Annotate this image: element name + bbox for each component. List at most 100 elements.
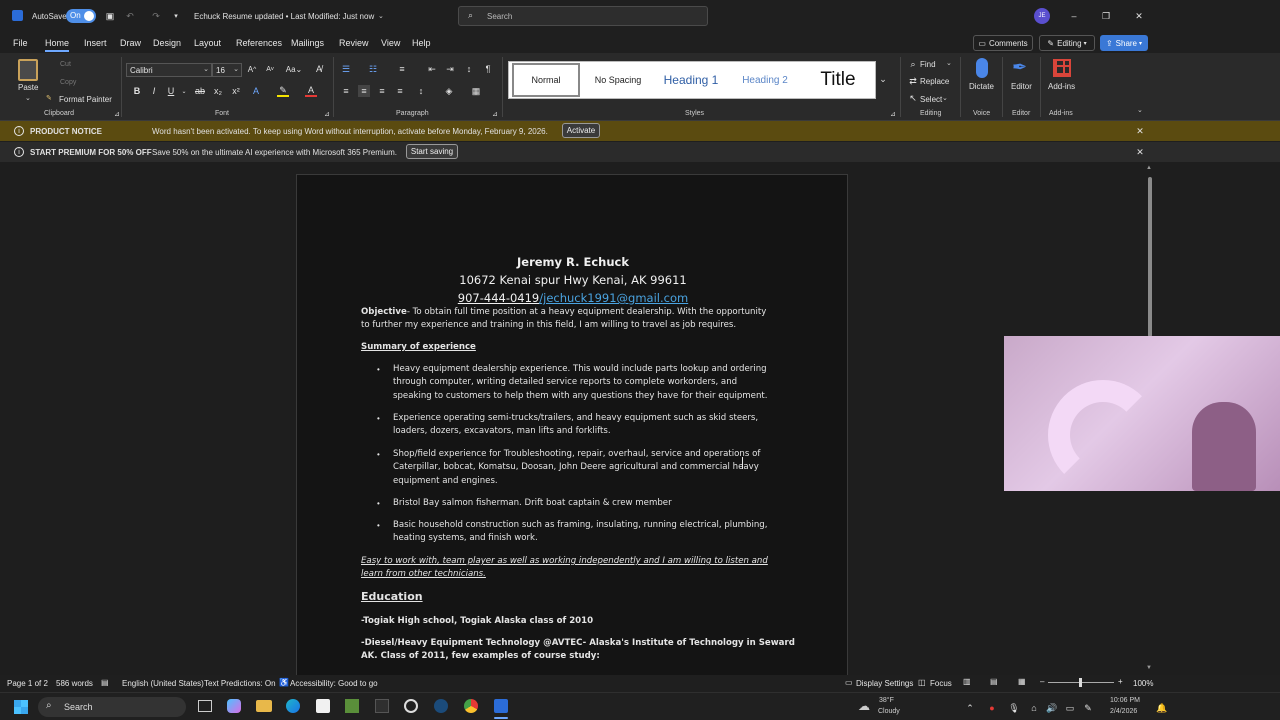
microphone-icon[interactable] [976,58,988,78]
line-spacing-icon[interactable]: ↕ [415,85,427,97]
align-left-icon[interactable]: ≡ [340,85,352,97]
copilot-icon[interactable] [227,699,241,713]
list-item[interactable]: Bristol Bay salmon fisherman. Drift boat… [393,497,823,510]
speaker-icon[interactable]: 🔊 [1046,702,1058,714]
chatgpt-icon[interactable] [404,699,418,713]
close-icon[interactable]: ✕ [1133,10,1145,22]
battery-icon[interactable]: ▭ [1064,702,1076,714]
font-launcher-icon[interactable]: ⊿ [324,110,330,118]
task-view-icon[interactable] [198,700,212,712]
network-icon[interactable]: ⌂ [1028,702,1040,714]
tab-home[interactable]: Home [45,38,70,52]
focus-mode[interactable]: Focus [930,679,952,688]
text-predictions[interactable]: Text Predictions: On [204,679,276,688]
subscript-icon[interactable]: x₂ [212,85,224,97]
scrollbar-thumb[interactable] [1148,177,1152,337]
shrink-font-icon[interactable]: Av [264,63,276,75]
zoom-in-icon[interactable]: + [1118,677,1123,686]
multilevel-list-icon[interactable]: ≡ [396,63,408,75]
change-case-icon[interactable]: Aa⌄ [284,63,304,75]
read-mode-icon[interactable]: ▥ [963,677,971,686]
display-settings[interactable]: Display Settings [856,679,913,688]
increase-indent-icon[interactable]: ⇥ [444,63,456,75]
find-icon[interactable]: ⌕ [907,58,919,70]
bold-icon[interactable]: B [131,85,143,97]
language-indicator[interactable]: English (United States) [122,679,204,688]
superscript-icon[interactable]: x² [230,85,242,97]
replace-button[interactable]: Replace [920,77,949,86]
style-no-spacing[interactable]: No Spacing [584,63,652,97]
tray-app-icon[interactable]: ● [986,702,998,714]
align-center-icon[interactable]: ≡ [358,85,370,97]
editing-mode-button[interactable]: ✎ Editing ▾ [1039,35,1095,51]
document-title[interactable]: Echuck Resume updated • Last Modified: J… [194,12,374,21]
tab-review[interactable]: Review [339,38,369,48]
notifications-icon[interactable]: 🔔 [1156,702,1168,714]
word-taskbar-icon[interactable] [494,699,508,713]
select-chevron-icon[interactable]: ⌄ [942,94,948,102]
pen-tray-icon[interactable]: ✎ [1082,702,1094,714]
page-indicator[interactable]: Page 1 of 2 [7,679,48,688]
autosave-toggle[interactable]: On [66,9,96,23]
display-settings-icon[interactable]: ▭ [845,678,853,687]
resume-address[interactable]: 10672 Kenai spur Hwy Kenai, AK 99611 [297,273,849,287]
styles-more-icon[interactable]: ⌄ [877,73,889,85]
minimize-icon[interactable]: – [1068,10,1080,22]
file-explorer-icon[interactable] [256,700,272,712]
clock-time[interactable]: 10:06 PM [1110,697,1140,704]
education-entry-2[interactable]: -Diesel/Heavy Equipment Technology @AVTE… [361,637,801,664]
numbering-icon[interactable]: ☷ [367,63,379,75]
addins-grid-icon[interactable] [1053,59,1071,77]
minecraft-icon[interactable] [345,699,359,713]
paste-icon[interactable] [18,59,38,81]
avatar[interactable]: JE [1034,8,1050,24]
weather-icon[interactable]: ☁ [858,699,870,713]
tab-file[interactable]: File [13,38,28,48]
tab-design[interactable]: Design [153,38,181,48]
paste-chevron-icon[interactable]: ⌄ [25,94,31,102]
education-heading[interactable]: Education [361,590,423,603]
steam-icon[interactable] [434,699,448,713]
tab-view[interactable]: View [381,38,400,48]
focus-icon[interactable]: ◫ [918,678,926,687]
clipboard-launcher-icon[interactable]: ⊿ [114,110,120,118]
tab-layout[interactable]: Layout [194,38,221,48]
strikethrough-icon[interactable]: ab [194,85,206,97]
comments-button[interactable]: ▭ Comments [973,35,1033,51]
accessibility-icon[interactable]: ♿ [279,678,289,687]
resume-name[interactable]: Jeremy R. Echuck [297,255,849,269]
text-effects-icon[interactable]: A [250,85,262,97]
windows-start-icon[interactable] [14,700,28,714]
start-saving-button[interactable]: Start saving [406,144,458,159]
tab-help[interactable]: Help [412,38,431,48]
italic-icon[interactable]: I [148,85,160,97]
paragraph-launcher-icon[interactable]: ⊿ [492,110,498,118]
list-item[interactable]: Experience operating semi-trucks/trailer… [393,412,823,439]
find-button[interactable]: Find [920,60,936,69]
summary-heading[interactable]: Summary of experience [361,341,476,354]
weather-temp[interactable]: 38°F [879,697,894,704]
editor-pen-icon[interactable]: ✒ [1012,57,1027,78]
sort-icon[interactable]: ↕ [463,63,475,75]
list-item[interactable]: Shop/field experience for Troubleshootin… [393,448,823,488]
style-title[interactable]: Title [804,63,872,97]
scroll-down-icon[interactable]: ▼ [1146,665,1152,671]
undo-icon[interactable]: ↶ [124,10,136,22]
zoom-slider-thumb[interactable] [1079,678,1082,687]
align-right-icon[interactable]: ≡ [376,85,388,97]
borders-icon[interactable]: ▦ [470,85,482,97]
show-hidden-icons-icon[interactable]: ⌃ [964,702,976,714]
web-layout-icon[interactable]: ▦ [1018,677,1026,686]
format-painter-icon[interactable]: ✎ [46,94,52,102]
education-entry-1[interactable]: -Togiak High school, Togiak Alaska class… [361,615,593,628]
italic-statement[interactable]: Easy to work with, team player as well a… [361,555,801,582]
clear-formatting-icon[interactable]: A̸ [313,63,325,75]
chrome-icon[interactable] [464,699,478,713]
font-size-select[interactable]: 16 ⌄ [212,63,242,77]
quick-access-dropdown-icon[interactable]: ▾ [170,10,182,22]
show-marks-icon[interactable]: ¶ [482,63,494,75]
select-icon[interactable]: ↖ [907,92,919,104]
microphone-tray-icon[interactable]: 🎙 [1008,702,1020,714]
edge-icon[interactable] [286,699,300,713]
collapse-ribbon-icon[interactable]: ⌄ [1137,106,1143,114]
